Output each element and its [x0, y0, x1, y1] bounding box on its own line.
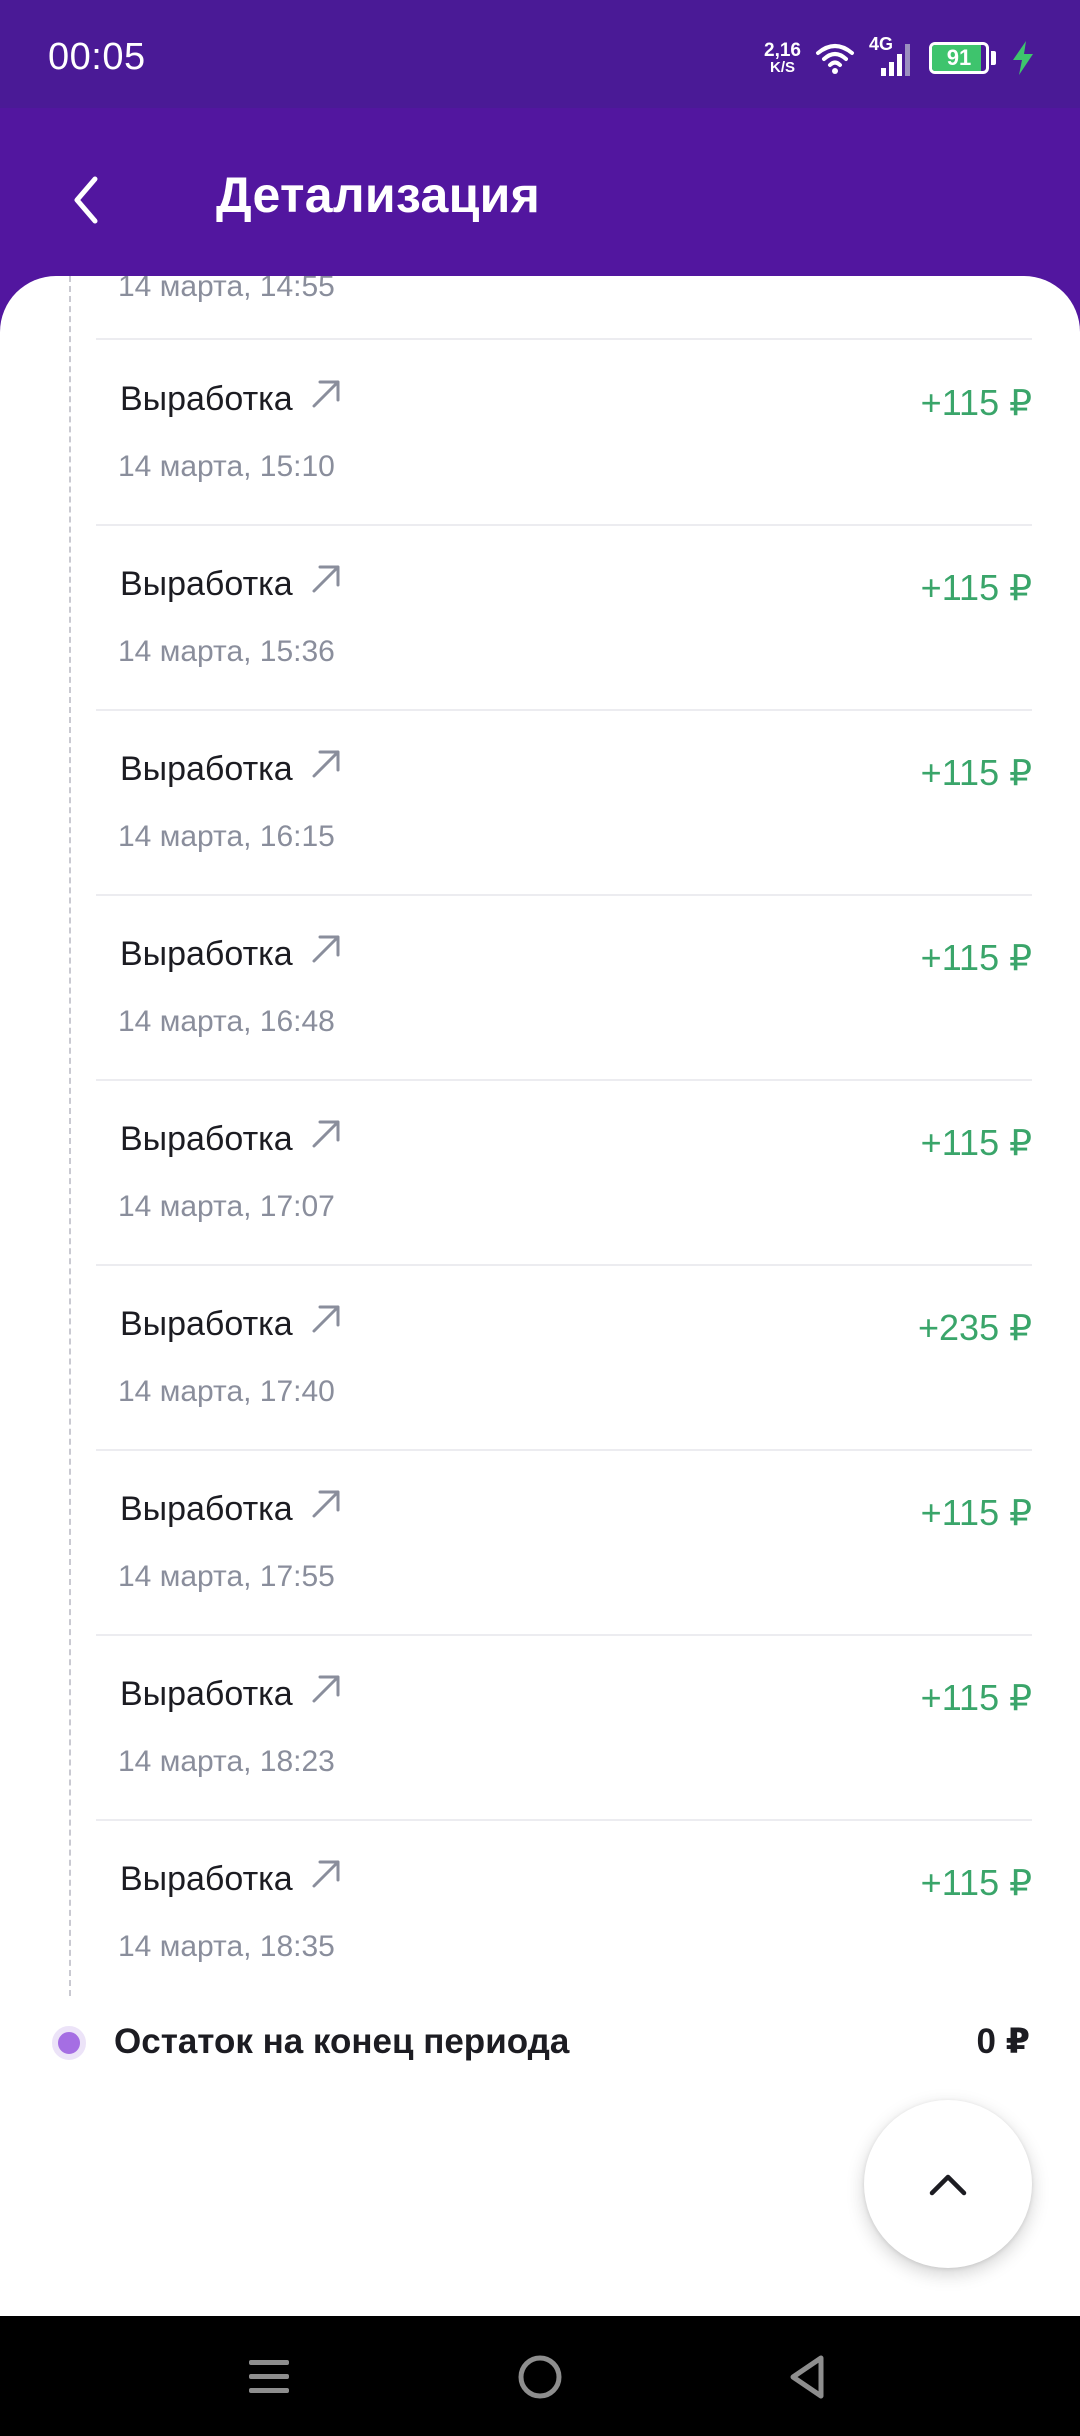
battery-level: 91 [946, 45, 972, 70]
recent-apps-button[interactable] [234, 2342, 304, 2412]
external-link-arrow-icon [312, 1675, 340, 1703]
status-icons: 2,16 K/S 4G 91 [764, 30, 1036, 86]
transaction-date: 14 марта, 18:35 [118, 1930, 335, 1963]
screen: 00:05 2,16 K/S 4G 91 Детализация 14 март… [0, 0, 1080, 2436]
menu-icon [249, 2360, 289, 2393]
transaction-row[interactable]: Выработка 14 марта, 17:40 +235 ₽ [96, 1265, 1032, 1449]
battery-cap [991, 51, 996, 65]
system-nav-bar [0, 2316, 1080, 2436]
transaction-row[interactable]: Выработка 14 марта, 17:07 +115 ₽ [96, 1080, 1032, 1264]
transaction-row[interactable]: Выработка 14 марта, 17:55 +115 ₽ [96, 1450, 1032, 1634]
external-link-arrow-icon [312, 1860, 340, 1888]
transaction-row[interactable]: Выработка 14 марта, 18:23 +115 ₽ [96, 1635, 1032, 1819]
end-balance-value: 0 ₽ [976, 2022, 1030, 2061]
transaction-date: 14 марта, 17:55 [118, 1560, 335, 1593]
chevron-up-icon [929, 2174, 967, 2196]
transaction-amount: +115 ₽ [920, 1862, 1032, 1903]
back-button[interactable] [56, 160, 116, 240]
transaction-date: 14 марта, 17:40 [118, 1375, 335, 1408]
transaction-row[interactable]: Выработка 14 марта, 16:15 +115 ₽ [96, 710, 1032, 894]
transaction-date-partial: 14 марта, 14:55 [118, 276, 335, 303]
home-button[interactable] [505, 2342, 575, 2412]
transaction-date: 14 марта, 16:48 [118, 1005, 335, 1038]
page-title: Детализация [216, 167, 541, 223]
timeline-line [69, 276, 71, 1996]
external-link-arrow-icon [312, 750, 340, 778]
transaction-date: 14 марта, 18:23 [118, 1745, 335, 1778]
transaction-label: Выработка [120, 1490, 293, 1528]
charging-icon [1013, 41, 1033, 75]
scroll-top-button[interactable] [864, 2100, 1032, 2268]
end-balance-label: Остаток на конец периода [114, 2022, 570, 2061]
transaction-date: 14 марта, 15:36 [118, 635, 335, 668]
transaction-row[interactable]: Выработка 14 марта, 18:35 +115 ₽ [96, 1820, 1032, 2004]
transaction-amount: +115 ₽ [920, 382, 1032, 423]
transaction-date: 14 марта, 17:07 [118, 1190, 335, 1223]
external-link-arrow-icon [312, 565, 340, 593]
transaction-amount: +235 ₽ [918, 1307, 1032, 1348]
transaction-date: 14 марта, 16:15 [118, 820, 335, 853]
external-link-arrow-icon [312, 1490, 340, 1518]
status-time: 00:05 [48, 36, 146, 78]
transaction-row[interactable]: Выработка 14 марта, 16:48 +115 ₽ [96, 895, 1032, 1079]
transaction-amount: +115 ₽ [920, 567, 1032, 608]
transaction-label: Выработка [120, 565, 293, 603]
transaction-label: Выработка [120, 1860, 293, 1898]
transaction-label: Выработка [120, 750, 293, 788]
transaction-label: Выработка [120, 380, 293, 418]
transaction-amount: +115 ₽ [920, 1677, 1032, 1718]
transaction-label: Выработка [120, 1675, 293, 1713]
transaction-label: Выработка [120, 1305, 293, 1343]
transaction-amount: +115 ₽ [920, 752, 1032, 793]
status-bar: 00:05 2,16 K/S 4G 91 [0, 0, 1080, 108]
external-link-arrow-icon [312, 1305, 340, 1333]
external-link-arrow-icon [312, 1120, 340, 1148]
back-nav-button[interactable] [772, 2342, 842, 2412]
transaction-amount: +115 ₽ [920, 1122, 1032, 1163]
back-nav-icon [790, 2355, 824, 2399]
transaction-amount: +115 ₽ [920, 1492, 1032, 1533]
timeline-dot [52, 2026, 86, 2060]
details-list[interactable]: 14 марта, 14:55 Выработка 14 марта, 15:10… [0, 276, 1080, 2316]
transaction-date: 14 марта, 15:10 [118, 450, 335, 483]
transaction-row[interactable]: Выработка 14 марта, 15:10 +115 ₽ [96, 340, 1032, 524]
end-balance-row: Остаток на конец периода 0 ₽ [0, 2014, 1080, 2074]
transaction-label: Выработка [120, 1120, 293, 1158]
network-speed: 2,16 K/S [764, 41, 801, 76]
home-icon [518, 2355, 562, 2399]
transaction-amount: +115 ₽ [920, 937, 1032, 978]
network-speed-value: 2,16 [764, 39, 801, 61]
signal-icon: 4G [869, 34, 915, 78]
battery-icon: 91 [929, 42, 989, 74]
external-link-arrow-icon [312, 380, 340, 408]
back-icon [74, 176, 98, 224]
network-speed-unit: K/S [770, 58, 796, 76]
wifi-icon [816, 44, 854, 74]
transaction-label: Выработка [120, 935, 293, 973]
external-link-arrow-icon [312, 935, 340, 963]
transaction-row[interactable]: Выработка 14 марта, 15:36 +115 ₽ [96, 525, 1032, 709]
